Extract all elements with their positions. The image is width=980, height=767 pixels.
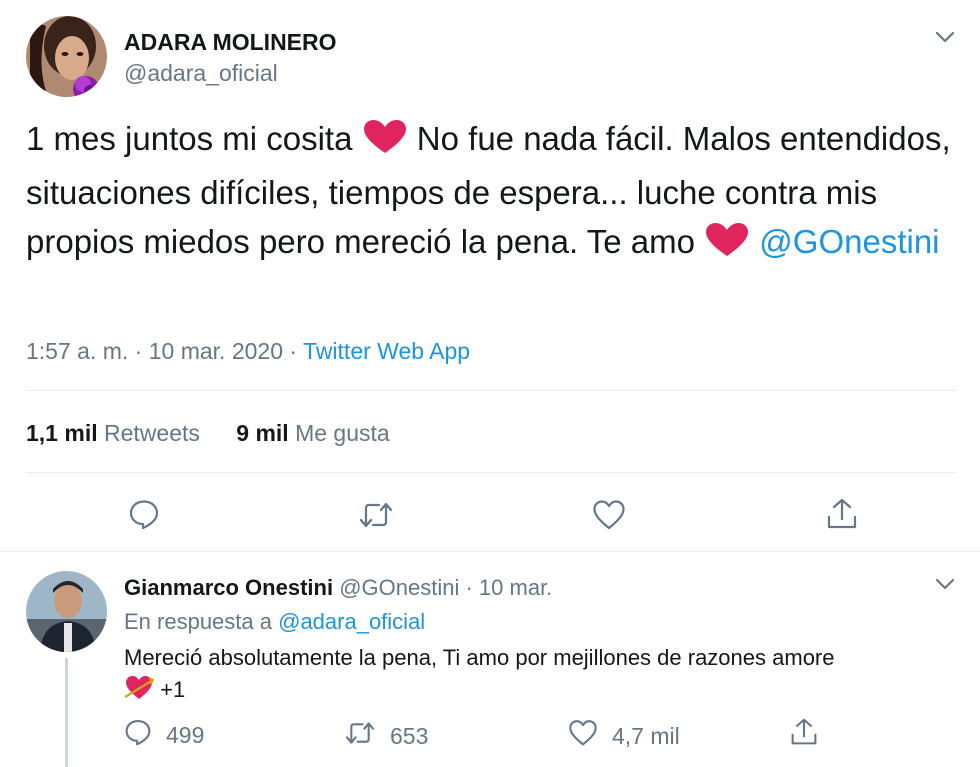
thread-line (65, 658, 68, 767)
like-icon-small (568, 719, 598, 753)
reply-author-avatar[interactable] (26, 571, 107, 652)
mention-link[interactable]: @GOnestini (759, 223, 939, 260)
reply-text-body: Mereció absolutamente la pena, Ti amo po… (124, 645, 835, 670)
retweets-label: Retweets (104, 420, 200, 446)
reply-retweets-action[interactable]: 653 (344, 720, 428, 752)
tweet-source[interactable]: Twitter Web App (303, 338, 470, 364)
reply-author-name[interactable]: Gianmarco Onestini (124, 575, 333, 600)
chevron-down-icon[interactable] (934, 28, 956, 46)
meta-separator: · (134, 338, 143, 364)
tweet-date[interactable]: 10 mar. 2020 (149, 338, 283, 364)
reply-date[interactable]: 10 mar. (479, 575, 552, 600)
likes-count: 9 mil (236, 420, 289, 446)
reply-text: Mereció absolutamente la pena, Ti amo po… (124, 642, 954, 711)
tweet-stats: 1,1 mil Retweets 9 mil Me gusta (26, 420, 420, 447)
in-reply-label: En respuesta a (124, 609, 272, 634)
red-heart-emoji (362, 119, 408, 168)
author-avatar[interactable] (26, 16, 107, 97)
red-heart-emoji-2 (704, 222, 750, 271)
retweet-icon[interactable] (358, 500, 394, 530)
retweet-icon-small (344, 720, 376, 752)
tweet-text: 1 mes juntos mi cosita No fue nada fácil… (26, 114, 966, 271)
reply-author-handle[interactable]: @GOnestini (339, 575, 459, 600)
divider (26, 390, 956, 391)
reply-text-suffix: +1 (160, 677, 186, 702)
tweet-text-part1: 1 mes juntos mi cosita (26, 120, 362, 157)
like-icon[interactable] (592, 499, 626, 531)
reply-header: Gianmarco Onestini @GOnestini · 10 mar. (124, 575, 552, 601)
likes-stat[interactable]: 9 mil Me gusta (236, 420, 389, 446)
reply-retweets-count: 653 (390, 722, 429, 749)
reply-separator: · (465, 575, 473, 600)
reply-icon-small (124, 718, 152, 752)
author-name[interactable]: ADARA MOLINERO (124, 29, 337, 56)
reply-likes-count: 4,7 mil (612, 722, 680, 749)
share-icon[interactable] (826, 497, 858, 531)
tweet-time[interactable]: 1:57 a. m. (26, 338, 128, 364)
share-icon-small (790, 717, 818, 753)
reply-replies-count: 499 (166, 721, 205, 748)
likes-label: Me gusta (295, 420, 390, 446)
reply-likes-action[interactable]: 4,7 mil (568, 719, 680, 753)
reply-replies-action[interactable]: 499 (124, 718, 204, 752)
author-handle[interactable]: @adara_oficial (124, 60, 278, 87)
retweets-count: 1,1 mil (26, 420, 98, 446)
tweet-meta: 1:57 a. m. · 10 mar. 2020 · Twitter Web … (26, 338, 470, 365)
retweets-stat[interactable]: 1,1 mil Retweets (26, 420, 200, 446)
section-divider (0, 551, 980, 552)
divider-2 (26, 472, 956, 473)
reply-chevron-down-icon[interactable] (934, 575, 956, 593)
reply-icon[interactable] (128, 498, 160, 530)
reply-share-action[interactable] (790, 717, 818, 753)
in-reply-mention[interactable]: @adara_oficial (278, 609, 425, 634)
heart-with-arrow-emoji (124, 674, 155, 711)
meta-separator-2: · (289, 338, 298, 364)
in-reply-to: En respuesta a @adara_oficial (124, 609, 425, 635)
